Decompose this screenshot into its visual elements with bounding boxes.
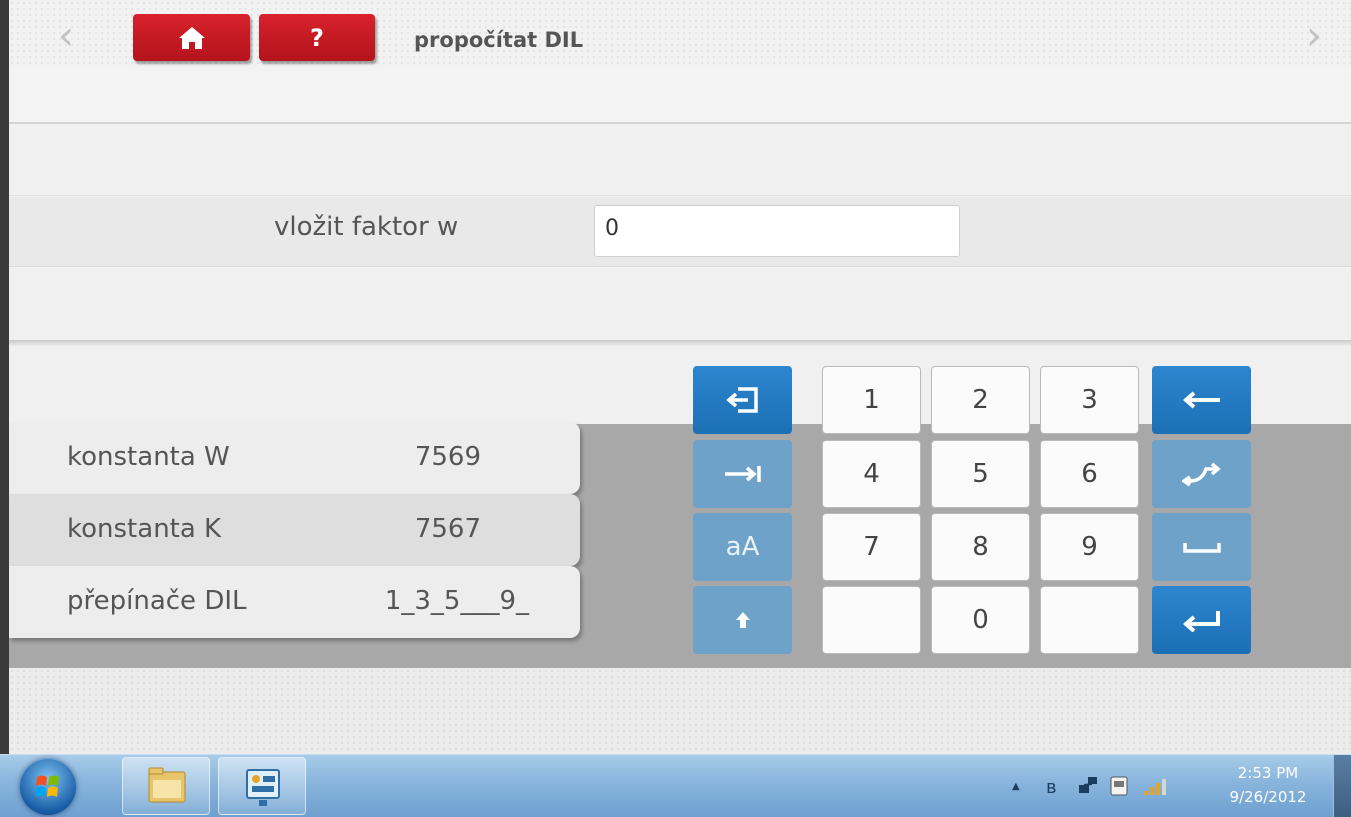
factor-w-input[interactable]: 0 (594, 205, 960, 257)
back-arrow-icon[interactable]: ‹ (51, 14, 81, 58)
key-3[interactable]: 3 (1040, 366, 1139, 434)
clock-date: 9/26/2012 (1229, 788, 1307, 806)
key-blank-left[interactable] (822, 586, 921, 654)
info-row-constant-k: konstanta K 7567 (9, 494, 580, 566)
device-icon[interactable] (1108, 773, 1130, 799)
info-value: 7569 (414, 442, 481, 472)
home-icon (178, 26, 205, 49)
tab-button[interactable] (693, 440, 792, 508)
key-4[interactable]: 4 (822, 440, 921, 508)
start-button[interactable] (20, 759, 76, 815)
window-edge (0, 0, 9, 754)
page-title: propočítat DIL (414, 28, 584, 52)
key-blank-right[interactable] (1040, 586, 1139, 654)
home-button[interactable] (133, 14, 250, 61)
taskbar-explorer[interactable] (122, 757, 210, 815)
info-value: 7567 (414, 514, 481, 544)
info-value: 1_3_5___9_ (384, 586, 529, 616)
signal-icon[interactable] (1142, 775, 1168, 797)
key-8[interactable]: 8 (931, 513, 1030, 581)
windows-logo-icon (35, 775, 59, 797)
swap-icon (1181, 462, 1221, 487)
key-6[interactable]: 6 (1040, 440, 1139, 508)
header-bar: ‹ ? propočítat DIL › (9, 0, 1351, 124)
shift-icon (735, 612, 750, 628)
key-5[interactable]: 5 (931, 440, 1030, 508)
exit-icon (725, 387, 758, 413)
key-1[interactable]: 1 (822, 366, 921, 434)
factor-w-label: vložit faktor w (274, 212, 459, 242)
key-7[interactable]: 7 (822, 513, 921, 581)
tray-expand-icon[interactable]: ▲ (1012, 781, 1020, 792)
space-button[interactable] (1152, 513, 1251, 581)
swap-button[interactable] (1152, 440, 1251, 508)
backspace-icon (1182, 391, 1220, 409)
app-window-icon (246, 769, 280, 806)
backspace-button[interactable] (1152, 366, 1251, 434)
key-2[interactable]: 2 (931, 366, 1030, 434)
shift-button[interactable] (693, 586, 792, 654)
space-icon (1182, 543, 1221, 553)
key-9[interactable]: 9 (1040, 513, 1139, 581)
tab-icon (724, 466, 761, 482)
info-row-constant-w: konstanta W 7569 (9, 422, 580, 494)
enter-icon (1182, 611, 1220, 632)
key-0[interactable]: 0 (931, 586, 1030, 654)
enter-button[interactable] (1152, 586, 1251, 654)
case-toggle-button[interactable]: aA (693, 513, 792, 581)
taskbar-app[interactable] (218, 757, 306, 815)
show-desktop-button[interactable] (1333, 755, 1351, 817)
network-icon[interactable] (1075, 773, 1101, 799)
info-panel: konstanta W 7569 konstanta K 7567 přepín… (9, 418, 580, 638)
forward-arrow-icon[interactable]: › (1299, 14, 1329, 58)
folder-icon (148, 767, 186, 803)
system-clock[interactable]: 2:53 PM 9/26/2012 (1218, 761, 1318, 809)
bluetooth-icon[interactable]: ʙ (1046, 777, 1056, 798)
windows-taskbar: ▲ ʙ 2:53 PM 9/26/2012 (0, 754, 1351, 817)
app-window: ‹ ? propočítat DIL › vložit faktor w 0 k… (9, 0, 1351, 754)
help-button[interactable]: ? (259, 14, 375, 61)
clock-time: 2:53 PM (1237, 764, 1299, 782)
exit-button[interactable] (693, 366, 792, 434)
info-row-dil-switches: přepínače DIL 1_3_5___9_ (9, 566, 580, 638)
